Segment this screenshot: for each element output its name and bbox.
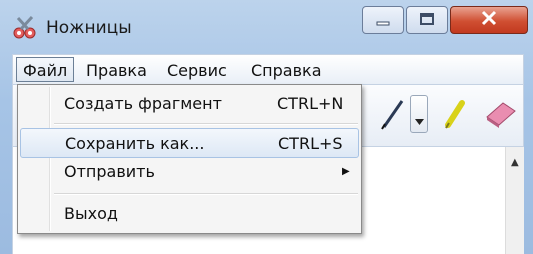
- menu-item-label: Создать фрагмент: [64, 94, 222, 113]
- minimize-button[interactable]: [362, 6, 404, 34]
- title-bar: Ножницы: [0, 0, 533, 52]
- menu-tools[interactable]: Сервис: [161, 58, 233, 83]
- eraser-icon[interactable]: [481, 97, 521, 131]
- highlighter-icon[interactable]: [440, 97, 470, 131]
- menu-edit[interactable]: Правка: [80, 58, 153, 83]
- file-menu-dropdown: Создать фрагмент CTRL+N Сохранить как...…: [17, 84, 362, 234]
- menu-item-send[interactable]: Отправить ▶: [20, 157, 359, 187]
- pen-dropdown-button[interactable]: [410, 95, 428, 133]
- menu-item-exit[interactable]: Выход: [20, 199, 359, 229]
- snipping-tool-window: Ножницы Файл Правка Сервис Справка ▲ Соз…: [0, 0, 533, 254]
- menu-item-shortcut: CTRL+S: [278, 134, 343, 153]
- menu-item-shortcut: CTRL+N: [277, 94, 344, 113]
- menu-separator: [54, 193, 358, 195]
- menu-item-label: Отправить: [64, 162, 155, 181]
- minimize-icon: [375, 11, 391, 30]
- menu-bar: Файл Правка Сервис Справка: [12, 54, 524, 85]
- menu-item-save-as[interactable]: Сохранить как... CTRL+S: [20, 128, 359, 158]
- scroll-up-icon[interactable]: ▲: [511, 157, 519, 168]
- scissors-icon: [12, 15, 38, 41]
- maximize-icon: [419, 11, 435, 30]
- window-title: Ножницы: [46, 18, 132, 38]
- menu-separator: [54, 123, 358, 125]
- window-controls: [360, 6, 528, 36]
- menu-item-label: Сохранить как...: [65, 134, 205, 153]
- maximize-button[interactable]: [406, 6, 448, 34]
- submenu-arrow-icon: ▶: [342, 166, 350, 177]
- menu-item-label: Выход: [64, 204, 118, 223]
- close-button[interactable]: [450, 6, 528, 34]
- menu-file[interactable]: Файл: [16, 57, 75, 82]
- close-icon: [480, 10, 498, 30]
- menu-help[interactable]: Справка: [245, 58, 328, 83]
- dropdown-arrow-icon: [415, 110, 424, 129]
- menu-item-new-snip[interactable]: Создать фрагмент CTRL+N: [20, 89, 359, 119]
- vertical-scrollbar[interactable]: ▲: [505, 147, 524, 254]
- pen-icon[interactable]: [378, 97, 408, 131]
